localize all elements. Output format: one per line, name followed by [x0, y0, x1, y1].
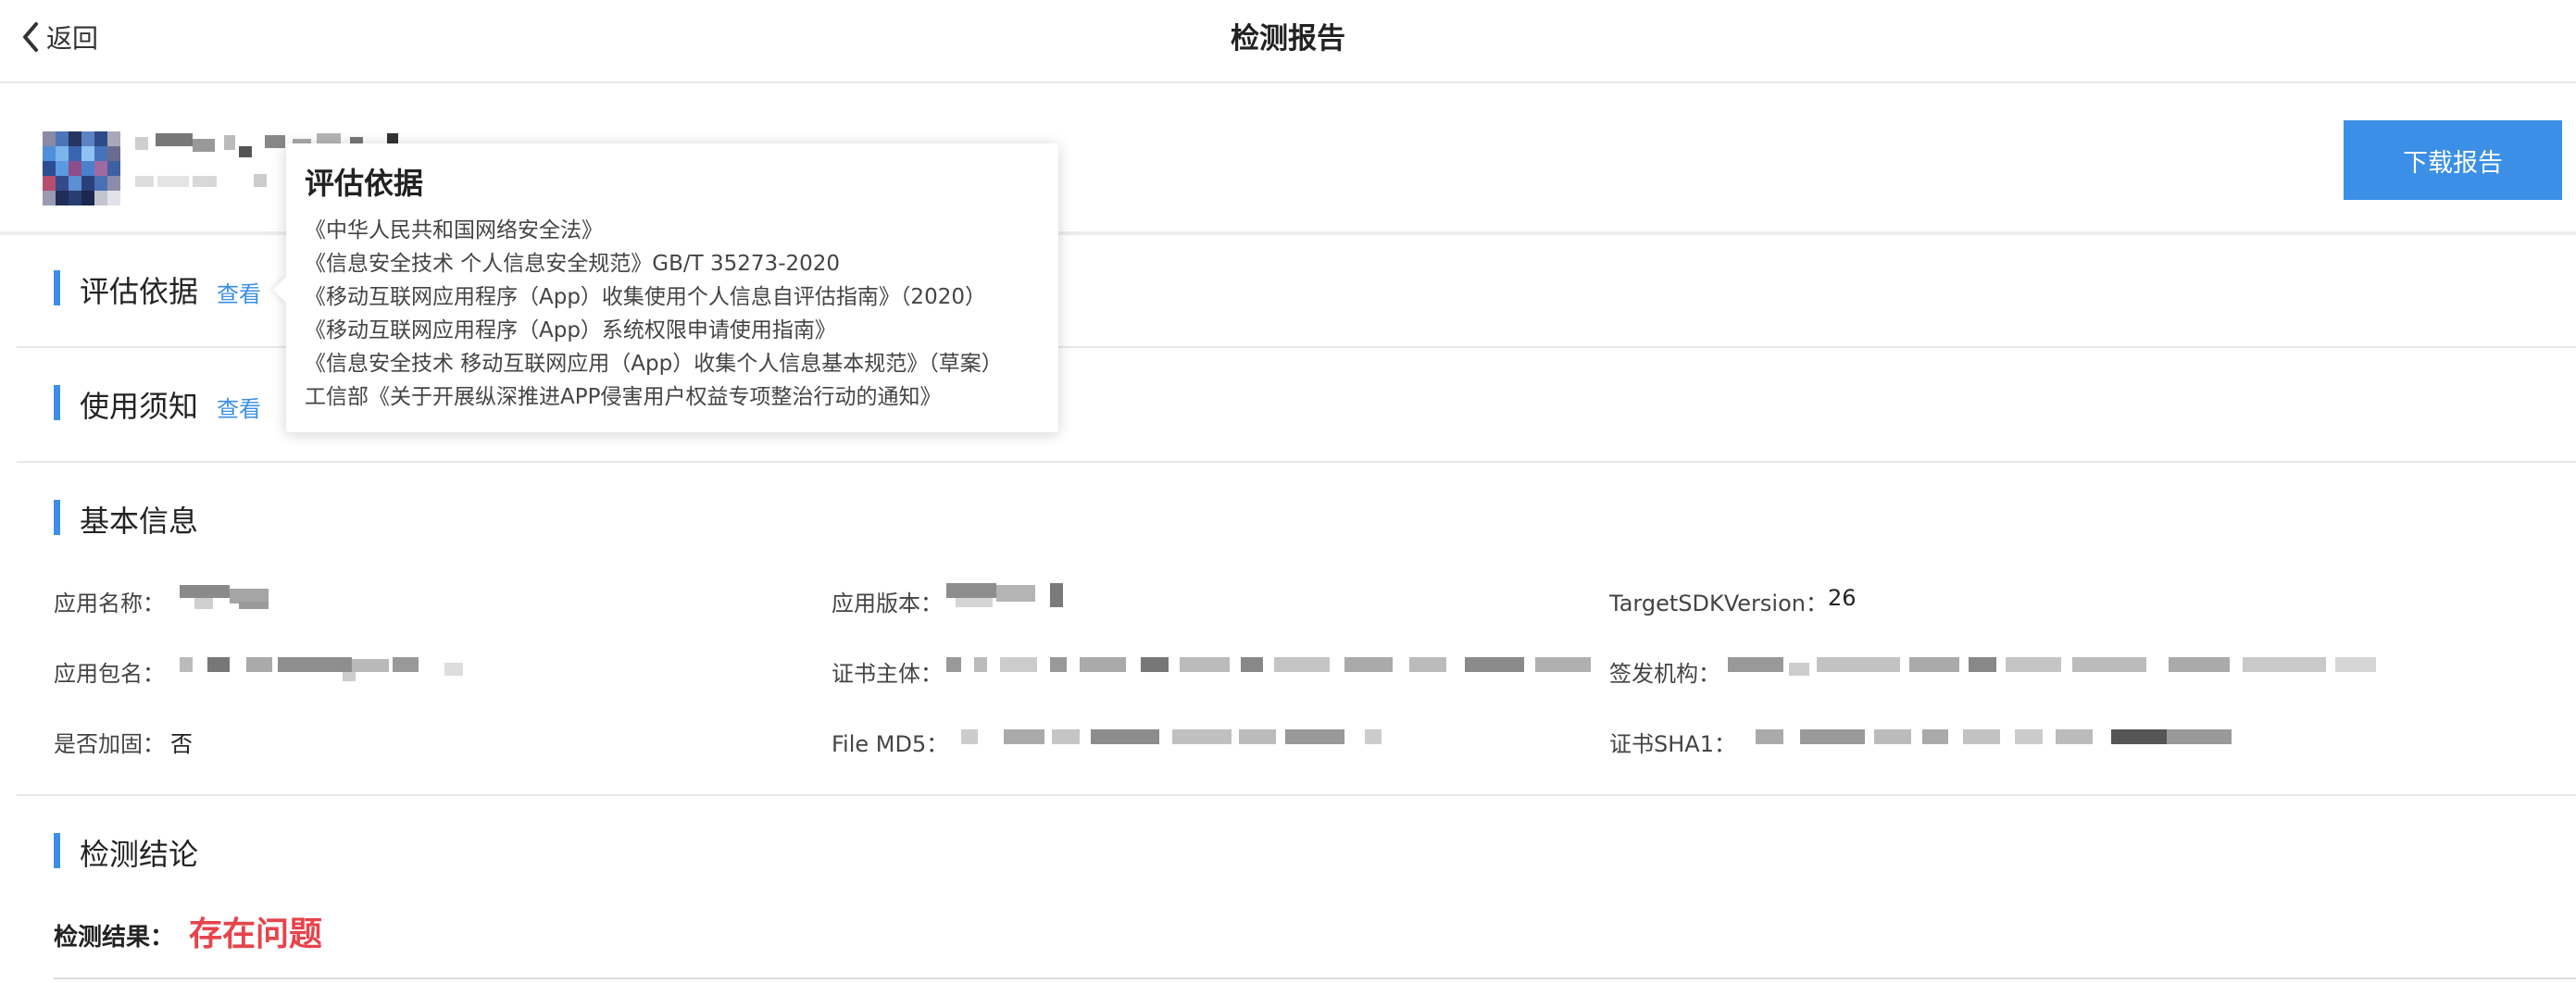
target-sdk-label: TargetSDKVersion：	[1609, 591, 1828, 616]
app-name-label: 应用名称：	[54, 591, 165, 616]
hardened-value: 否	[170, 731, 193, 757]
issuer-label: 签发机构：	[1609, 661, 1720, 687]
section-basic-info: 基本信息 应用名称： 应用版本： TargetSDKVersion： 26 应用…	[17, 463, 2576, 796]
app-name-value-redacted	[180, 585, 269, 609]
basis-popover: 评估依据 《中华人民共和国网络安全法》 《信息安全技术 个人信息安全规范》GB/…	[272, 143, 1058, 432]
hardened-label: 是否加固：	[54, 731, 165, 757]
app-meta-redacted	[135, 172, 283, 191]
cert-sha1-value-redacted	[1756, 729, 2237, 753]
target-sdk-value: 26	[1828, 585, 1857, 611]
section-marker	[54, 500, 60, 535]
divider	[54, 977, 2576, 979]
basis-item: 《信息安全技术 移动互联网应用（App）收集个人信息基本规范》（草案）	[305, 352, 1003, 376]
section-title-basis: 评估依据	[80, 274, 199, 309]
basis-item: 《信息安全技术 个人信息安全规范》GB/T 35273-2020	[305, 252, 841, 276]
cert-subject-label: 证书主体：	[832, 661, 943, 687]
app-icon	[43, 131, 120, 205]
basis-item: 《移动互联网应用程序（App）收集使用个人信息自评估指南》（2020）	[305, 285, 986, 309]
file-md5-label: File MD5：	[832, 731, 949, 757]
popover-title: 评估依据	[305, 166, 424, 201]
section-marker	[54, 270, 60, 305]
cert-sha1-label: 证书SHA1：	[1609, 731, 1736, 757]
section-marker	[54, 833, 60, 868]
basis-list: 《中华人民共和国网络安全法》 《信息安全技术 个人信息安全规范》GB/T 352…	[305, 214, 1003, 414]
section-title-basic: 基本信息	[80, 504, 199, 539]
app-version-value-redacted	[946, 583, 1067, 607]
result-label: 检测结果：	[54, 924, 175, 952]
top-nav-bar: 返回 检测报告	[0, 0, 2576, 83]
cert-subject-value-redacted	[946, 657, 1594, 681]
basis-item: 工信部《关于开展纵深推进APP侵害用户权益专项整治行动的通知》	[305, 385, 942, 409]
basis-item: 《中华人民共和国网络安全法》	[305, 218, 603, 243]
section-title-notice: 使用须知	[80, 389, 199, 424]
package-name-value-redacted	[180, 657, 469, 681]
basis-item: 《移动互联网应用程序（App）系统权限申请使用指南》	[305, 318, 836, 342]
package-name-label: 应用包名：	[54, 661, 165, 687]
section-title-conclusion: 检测结论	[80, 837, 199, 872]
download-report-button[interactable]: 下载报告	[2344, 120, 2562, 200]
view-basis-link[interactable]: 查看	[217, 276, 261, 308]
section-marker	[54, 385, 60, 420]
page-title: 检测报告	[1231, 22, 1345, 56]
result-status: 存在问题	[189, 915, 323, 953]
issuer-value-redacted	[1728, 657, 2376, 681]
view-notice-link[interactable]: 查看	[217, 391, 261, 423]
file-md5-value-redacted	[961, 729, 1387, 753]
app-version-label: 应用版本：	[832, 591, 943, 616]
